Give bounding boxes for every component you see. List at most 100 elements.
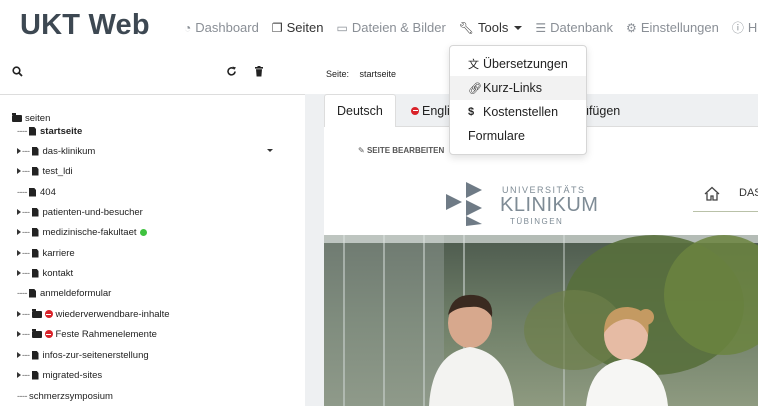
tree-node-migrated-sites[interactable]: --- migrated-sites xyxy=(17,368,102,382)
tree-node-karriere[interactable]: --- karriere xyxy=(17,246,75,260)
page-icon xyxy=(29,288,36,298)
tree-node-medizinische-fakultaet[interactable]: --- medizinische-fakultaet xyxy=(17,225,147,239)
tree-node-label: anmeldeformular xyxy=(40,287,112,299)
page-icon xyxy=(31,370,39,380)
expand-icon[interactable] xyxy=(17,148,21,154)
tree-connector: --- xyxy=(22,309,30,319)
tab-deutsch[interactable]: Deutsch xyxy=(324,94,396,127)
site-preview-header: UNIVERSITÄTS KLINIKUM TÜBINGEN DAS xyxy=(324,172,758,235)
hero-photo-image xyxy=(324,235,758,406)
page-icon xyxy=(29,187,36,197)
tree-node-label: schmerzsymposium xyxy=(29,390,113,402)
breadcrumb-label: Seite: xyxy=(326,69,350,79)
expand-icon[interactable] xyxy=(17,168,21,174)
tree-node-label: patienten-und-besucher xyxy=(42,206,143,218)
nav-datenbank-label: Datenbank xyxy=(550,20,614,35)
expand-icon[interactable] xyxy=(17,229,21,235)
expand-icon[interactable] xyxy=(17,270,21,276)
menu-item-formulare[interactable]: Formulare xyxy=(450,124,586,148)
tab-label: üfügen xyxy=(582,103,621,118)
tree-connector: --- xyxy=(22,146,30,156)
expand-icon[interactable] xyxy=(17,372,21,378)
trash-icon[interactable] xyxy=(254,66,264,80)
tree-node-test-ldi[interactable]: --- test_ldi xyxy=(17,164,73,178)
edit-page-label: SEITE BEARBEITEN xyxy=(366,146,445,155)
site-nav-underline xyxy=(693,211,758,212)
folder-icon xyxy=(31,328,42,338)
tree-node-kontakt[interactable]: --- kontakt xyxy=(17,266,73,280)
nav-dashboard[interactable]: ◔ Dashboard xyxy=(184,20,259,35)
tree-connector: ---- xyxy=(17,288,28,298)
tree-node-anmeldeformular[interactable]: ---- anmeldeformular xyxy=(17,286,111,300)
home-icon[interactable] xyxy=(704,186,720,206)
menu-item-label: Kostenstellen xyxy=(483,105,559,119)
tree-node-label: infos-zur-seitenerstellung xyxy=(42,349,149,361)
page-icon xyxy=(31,350,39,360)
expand-icon[interactable] xyxy=(17,311,21,317)
nav-hilfe-label: Hilfe xyxy=(747,20,758,35)
translate-icon: 文 xyxy=(468,59,479,71)
sidebar-toolbar xyxy=(0,54,305,95)
page-icon xyxy=(31,227,39,237)
tree-node-infos-zur-seitenerstellung[interactable]: --- infos-zur-seitenerstellung xyxy=(17,348,149,362)
tree-connector: --- xyxy=(22,329,30,339)
app-brand[interactable]: UKT Web xyxy=(20,9,150,42)
expand-icon[interactable] xyxy=(17,331,21,337)
tree-node-patienten-und-besucher[interactable]: --- patienten-und-besucher xyxy=(17,205,143,219)
tree-node-das-klinikum[interactable]: --- das-klinikum xyxy=(17,144,95,158)
page-tree-sidebar: seiten ---- startseite --- das-klinikum … xyxy=(0,54,305,406)
page-icon xyxy=(31,166,39,176)
nav-einstellungen[interactable]: ⚙ Einstellungen xyxy=(626,20,719,35)
tree-node-label: 404 xyxy=(40,186,56,198)
tree-connector: --- xyxy=(22,370,30,380)
search-icon[interactable] xyxy=(12,66,23,80)
breadcrumb-value: startseite xyxy=(359,69,397,79)
page-icon xyxy=(31,146,39,156)
tab-label: Engli xyxy=(422,103,450,118)
tree-node-feste-rahmenelemente[interactable]: --- Feste Rahmenelemente xyxy=(17,327,157,341)
nav-tools[interactable]: 🔧︎ Tools xyxy=(459,20,523,35)
menu-item-label: Formulare xyxy=(468,129,525,143)
tree-node-label: Feste Rahmenelemente xyxy=(55,328,157,340)
node-menu-caret-icon[interactable] xyxy=(267,149,273,152)
expand-icon[interactable] xyxy=(17,209,21,215)
tree-node-404[interactable]: ---- 404 xyxy=(17,185,56,199)
blocked-icon xyxy=(44,330,53,338)
menu-item-label: Übersetzungen xyxy=(483,57,568,71)
refresh-icon[interactable] xyxy=(226,66,237,80)
nav-seiten[interactable]: ❐ Seiten xyxy=(272,20,324,35)
page-icon xyxy=(31,268,39,278)
expand-icon[interactable] xyxy=(17,352,21,358)
database-icon: ☰ xyxy=(535,20,547,35)
expand-icon[interactable] xyxy=(17,250,21,256)
tree-node-label: migrated-sites xyxy=(42,369,103,381)
gear-icon: ⚙ xyxy=(626,20,637,35)
nav-dateien[interactable]: ▭ Dateien & Bilder xyxy=(337,20,446,35)
tools-dropdown-menu: 文 Übersetzungen 🔗︎ Kurz-Links $ Kostenst… xyxy=(449,45,587,155)
nav-einstellungen-label: Einstellungen xyxy=(640,20,719,35)
menu-item-uebersetzungen[interactable]: 文 Übersetzungen xyxy=(450,52,586,76)
menu-item-label: Kurz-Links xyxy=(483,81,543,95)
file-icon: ❐ xyxy=(271,20,283,35)
menu-item-kostenstellen[interactable]: $ Kostenstellen xyxy=(450,100,586,124)
tree-node-wiederverwendbare-inhalte[interactable]: --- wiederverwendbare-inhalte xyxy=(17,307,170,321)
nav-datenbank[interactable]: ☰ Datenbank xyxy=(535,20,613,35)
edit-page-button[interactable]: ✎ SEITE BEARBEITEN xyxy=(358,146,444,155)
tree-node-startseite[interactable]: ---- startseite xyxy=(17,124,82,138)
tree-connector: --- xyxy=(22,268,30,278)
logo-line-2: KLINIKUM xyxy=(500,194,599,216)
site-nav-das-klinikum[interactable]: DAS xyxy=(739,187,758,199)
tree-connector: ---- xyxy=(17,187,28,197)
page-icon xyxy=(29,126,36,136)
caret-down-icon xyxy=(514,25,523,30)
nav-hilfe[interactable]: ⓘ Hilfe xyxy=(732,19,758,36)
page-icon xyxy=(31,207,39,217)
blocked-icon xyxy=(411,106,419,115)
menu-item-kurz-links[interactable]: 🔗︎ Kurz-Links xyxy=(450,76,586,100)
tree-root[interactable]: seiten xyxy=(12,111,50,125)
tree-connector: ---- xyxy=(17,391,28,401)
hero-photo xyxy=(324,235,758,406)
status-dot-icon xyxy=(139,228,147,236)
tree-node-schmerzsymposium[interactable]: ---- schmerzsymposium xyxy=(17,389,113,403)
tree-root-label: seiten xyxy=(25,112,51,124)
